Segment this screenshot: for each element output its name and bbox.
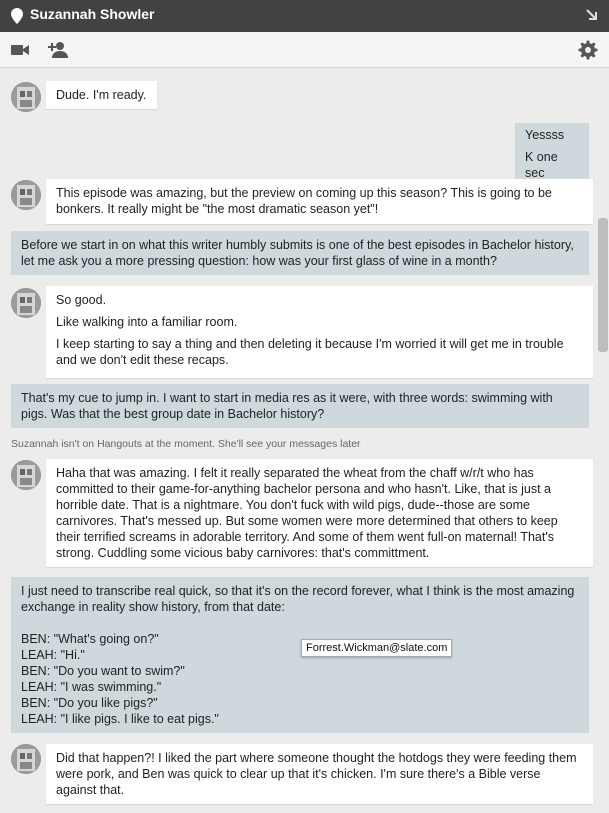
offline-status-notice: Suzannah isn't on Hangouts at the moment… — [11, 438, 361, 450]
message-text: Like walking into a familiar room. — [56, 315, 238, 329]
settings-gear-icon[interactable] — [578, 40, 598, 60]
email-tooltip: Forrest.Wickman@slate.com — [301, 639, 453, 657]
message-text: I keep starting to say a thing and then … — [56, 337, 564, 367]
message-text: That's my cue to jump in. I want to star… — [21, 391, 553, 421]
incoming-message: Did that happen?! I liked the part where… — [46, 744, 593, 804]
outgoing-message: I just need to transcribe real quick, so… — [11, 577, 589, 733]
message-text: Dude. I'm ready. — [56, 88, 147, 102]
message-text: Haha that was amazing. I felt it really … — [56, 466, 558, 560]
dialogue-line: LEAH: "Hi." — [21, 648, 85, 662]
popout-arrow-icon[interactable] — [585, 8, 599, 22]
incoming-message: Haha that was amazing. I felt it really … — [46, 459, 593, 567]
outgoing-message: Before we start in on what this writer h… — [11, 231, 589, 275]
message-text: So good. — [56, 293, 107, 307]
scrollbar-track[interactable] — [597, 68, 609, 813]
contact-avatar[interactable] — [11, 744, 41, 774]
contact-avatar[interactable] — [11, 460, 41, 490]
incoming-message: This episode was amazing, but the previe… — [46, 179, 593, 224]
dialogue-line: LEAH: "I was swimming." — [21, 680, 162, 694]
video-call-icon[interactable] — [10, 40, 30, 60]
incoming-message: Dude. I'm ready. — [46, 81, 157, 109]
location-pin-icon — [11, 8, 23, 24]
add-person-icon[interactable] — [47, 40, 69, 60]
message-text: This episode was amazing, but the previe… — [56, 186, 552, 216]
contact-avatar[interactable] — [11, 180, 41, 210]
outgoing-message: That's my cue to jump in. I want to star… — [11, 384, 589, 428]
incoming-message: So good. Like walking into a familiar ro… — [46, 286, 593, 378]
contact-name[interactable]: Suzannah Showler — [30, 5, 154, 23]
dialogue-line: BEN: "What's going on?" — [21, 632, 159, 646]
message-text: K one sec — [525, 150, 558, 180]
outgoing-message: Yessss K one sec — [515, 123, 589, 187]
dialogue-line: LEAH: "I like pigs. I like to eat pigs." — [21, 712, 219, 726]
scrollbar-thumb[interactable] — [598, 218, 608, 352]
contact-avatar[interactable] — [11, 82, 41, 112]
contact-avatar[interactable] — [11, 288, 41, 318]
dialogue-line: BEN: "Do you want to swim?" — [21, 664, 185, 678]
message-text: I just need to transcribe real quick, so… — [21, 584, 575, 614]
message-text: Yessss — [525, 128, 565, 142]
message-text: Before we start in on what this writer h… — [21, 238, 574, 268]
dialogue-line: BEN: "Do you like pigs?" — [21, 696, 158, 710]
chat-title-bar: Suzannah Showler — [0, 0, 609, 32]
message-text: Did that happen?! I liked the part where… — [56, 751, 577, 797]
chat-toolbar — [0, 32, 609, 68]
